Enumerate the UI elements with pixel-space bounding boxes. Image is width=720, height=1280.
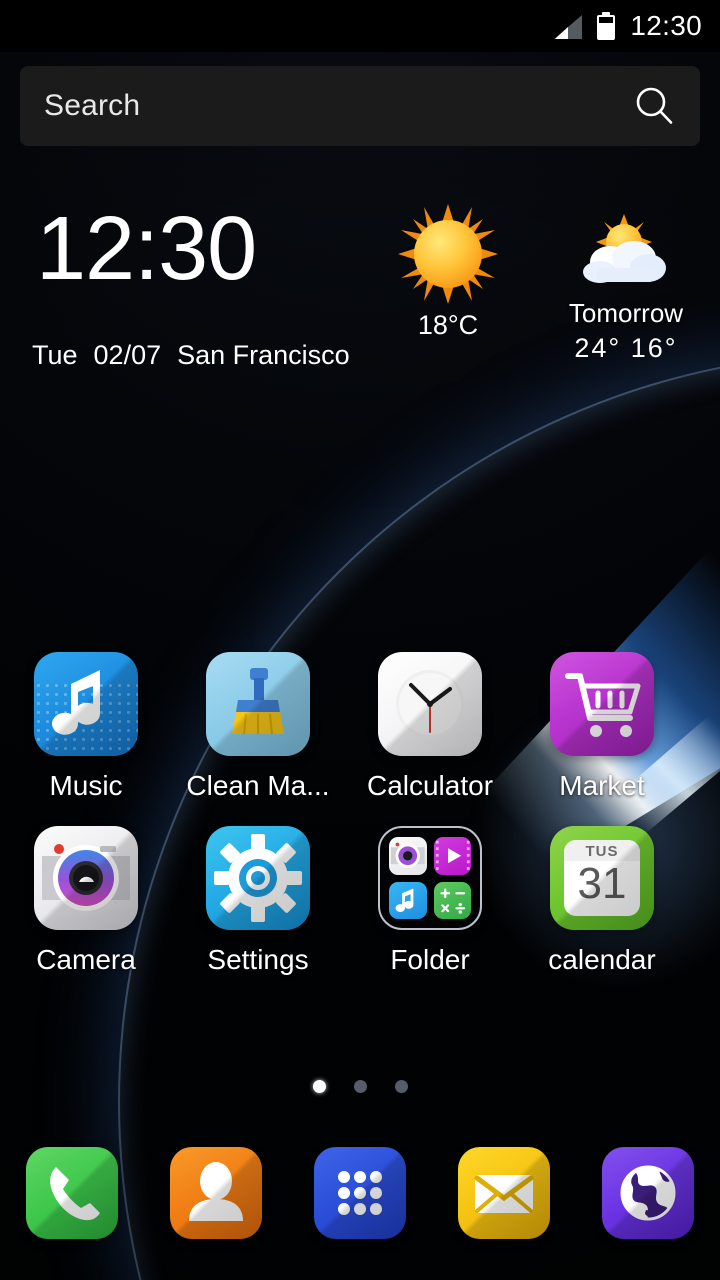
app-row-2: Camera Settings Folder TUS 31 calendar <box>0 826 720 976</box>
folder-mini-music-icon <box>389 881 427 919</box>
app-label: Clean Ma... <box>186 770 330 801</box>
folder-mini-camera-icon <box>389 837 427 875</box>
page-dot-1[interactable] <box>312 1080 326 1093</box>
tomorrow-label: Tomorrow <box>568 298 684 328</box>
app-settings[interactable]: Settings <box>172 826 344 976</box>
globe-icon[interactable] <box>602 1147 694 1239</box>
calendar-icon[interactable]: TUS 31 <box>550 826 654 930</box>
app-row-1: Music Clean Ma... Calculator Market <box>0 652 720 802</box>
dock-item-phone[interactable] <box>0 1147 144 1239</box>
battery-icon <box>596 12 616 40</box>
page-dot-3[interactable] <box>394 1080 408 1093</box>
search-bar[interactable]: Search <box>20 66 700 146</box>
shopping-cart-icon[interactable] <box>550 652 654 756</box>
app-clean-master[interactable]: Clean Ma... <box>172 652 344 802</box>
widget-date-location: Tue 02/07 San Francisco <box>32 340 350 371</box>
clock-weather-widget[interactable]: 12:30 Tue 02/07 San Francisco 18°C Tomor… <box>0 196 720 386</box>
home-screen: 12:30 Search 12:30 Tue 02/07 San Francis… <box>0 0 720 1280</box>
widget-clock-time: 12:30 <box>36 199 257 299</box>
app-market[interactable]: Market <box>516 652 688 802</box>
weather-tomorrow[interactable]: Tomorrow 24° 16° <box>556 214 696 364</box>
dock <box>0 1138 720 1248</box>
page-indicator <box>0 1080 720 1093</box>
tomorrow-low: 16° <box>630 333 678 363</box>
app-label: Settings <box>207 944 309 975</box>
widget-day: Tue <box>32 340 78 370</box>
dock-item-mail[interactable] <box>432 1147 576 1239</box>
app-label: Calculator <box>366 770 494 801</box>
today-temperature: 18°C <box>417 310 479 340</box>
weather-today[interactable]: 18°C <box>393 204 503 341</box>
app-label: calendar <box>548 944 656 975</box>
app-grid: Music Clean Ma... Calculator Market Came… <box>0 652 720 1000</box>
app-label: Market <box>559 770 645 801</box>
folder-mini-calculator-icon <box>433 881 471 919</box>
analog-clock-icon[interactable] <box>378 652 482 756</box>
phone-icon[interactable] <box>26 1147 118 1239</box>
sunny-icon <box>398 204 498 304</box>
music-note-icon[interactable] <box>34 652 138 756</box>
dock-item-app-drawer[interactable] <box>288 1147 432 1239</box>
partly-cloudy-icon <box>578 214 674 294</box>
broom-icon[interactable] <box>206 652 310 756</box>
app-label: Folder <box>390 944 470 975</box>
calendar-day-of-week: TUS <box>564 840 640 861</box>
app-folder[interactable]: Folder <box>344 826 516 976</box>
dock-item-browser[interactable] <box>576 1147 720 1239</box>
person-icon[interactable] <box>170 1147 262 1239</box>
folder-mini-video-icon <box>433 837 471 875</box>
app-camera[interactable]: Camera <box>0 826 172 976</box>
signal-bars-icon <box>552 13 583 39</box>
page-dot-2[interactable] <box>353 1080 367 1093</box>
app-label: Music <box>49 770 123 801</box>
dock-item-contacts[interactable] <box>144 1147 288 1239</box>
app-calendar[interactable]: TUS 31 calendar <box>516 826 688 976</box>
search-input[interactable]: Search <box>44 89 632 123</box>
app-music[interactable]: Music <box>0 652 172 802</box>
widget-date: 02/07 <box>93 340 162 370</box>
status-bar: 12:30 <box>0 0 720 52</box>
envelope-icon[interactable] <box>458 1147 550 1239</box>
app-drawer-icon[interactable] <box>314 1147 406 1239</box>
widget-city: San Francisco <box>177 340 350 370</box>
gear-icon[interactable] <box>206 826 310 930</box>
tomorrow-temperatures: 24° 16° <box>556 333 696 364</box>
app-calculator[interactable]: Calculator <box>344 652 516 802</box>
calendar-day-number: 31 <box>577 859 627 908</box>
search-icon[interactable] <box>632 84 676 128</box>
folder-icon[interactable] <box>378 826 482 930</box>
app-label: Camera <box>36 944 136 975</box>
tomorrow-high: 24° <box>574 333 622 363</box>
camera-icon[interactable] <box>34 826 138 930</box>
status-bar-clock: 12:30 <box>630 10 702 41</box>
